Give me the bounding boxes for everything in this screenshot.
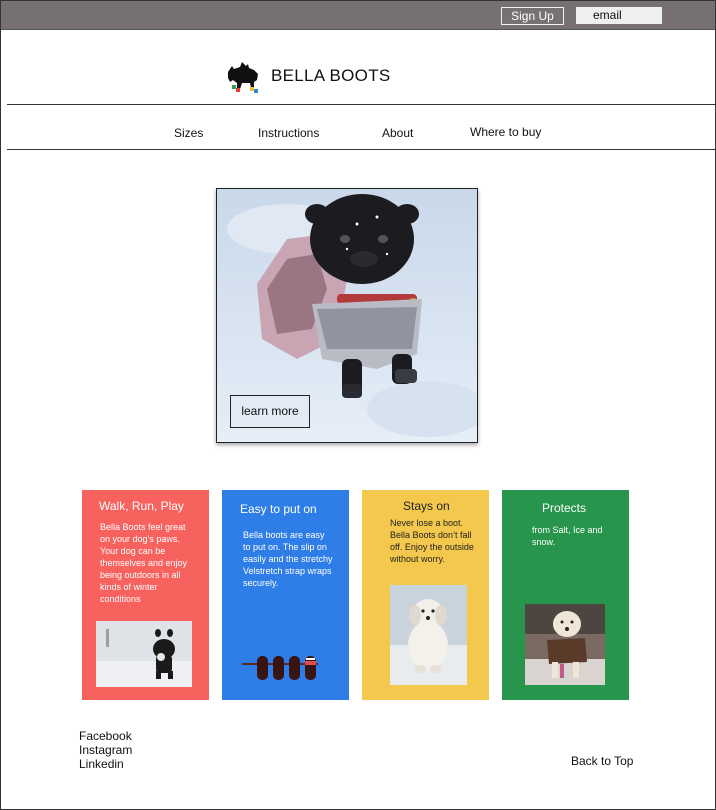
dog-silhouette-icon (224, 58, 264, 96)
feature-card-walk: Walk, Run, Play Bella Boots feel great o… (82, 490, 209, 700)
white-dog-sitting-in-snow-photo (390, 585, 467, 685)
learn-more-button[interactable]: learn more (230, 395, 310, 428)
footer-link-linkedin[interactable]: Linkedin (79, 757, 124, 771)
card-title: Easy to put on (240, 502, 317, 516)
email-field[interactable]: email (576, 7, 662, 24)
top-bar: Sign Up email (1, 1, 715, 30)
fluffy-dog-in-coat-photo (525, 604, 605, 685)
card-text: Never lose a boot. Bella Boots don’t fal… (390, 518, 474, 564)
divider (7, 149, 716, 150)
boots-row-illustration (242, 656, 318, 680)
divider (7, 104, 716, 105)
sign-up-button[interactable]: Sign Up (501, 7, 564, 25)
dog-running-in-snow-photo (96, 621, 192, 687)
nav-item-sizes[interactable]: Sizes (174, 126, 203, 140)
card-title: Protects (542, 501, 587, 515)
card-text: Bella boots are easy to put on. The slip… (243, 530, 333, 588)
footer-link-facebook[interactable]: Facebook (79, 729, 132, 743)
feature-card-easy: Easy to put on Bella boots are easy to p… (222, 490, 349, 700)
card-title: Walk, Run, Play (99, 499, 184, 513)
nav-item-about[interactable]: About (382, 126, 413, 140)
feature-card-protects: Protects from Salt, Ice and snow. (502, 490, 629, 700)
footer-link-instagram[interactable]: Instagram (79, 743, 132, 757)
card-text: Bella Boots feel great on your dog’s paw… (100, 522, 188, 604)
card-title: Stays on (403, 499, 450, 513)
feature-card-stays: Stays on Never lose a boot. Bella Boots … (362, 490, 489, 700)
hero-image-panel: learn more (216, 188, 478, 443)
nav-item-instructions[interactable]: Instructions (258, 126, 319, 140)
nav-item-where-to-buy[interactable]: Where to buy (470, 125, 541, 139)
card-text: from Salt, Ice and snow. (532, 525, 603, 547)
back-to-top-link[interactable]: Back to Top (571, 754, 633, 768)
brand-name[interactable]: BELLA BOOTS (271, 66, 391, 86)
